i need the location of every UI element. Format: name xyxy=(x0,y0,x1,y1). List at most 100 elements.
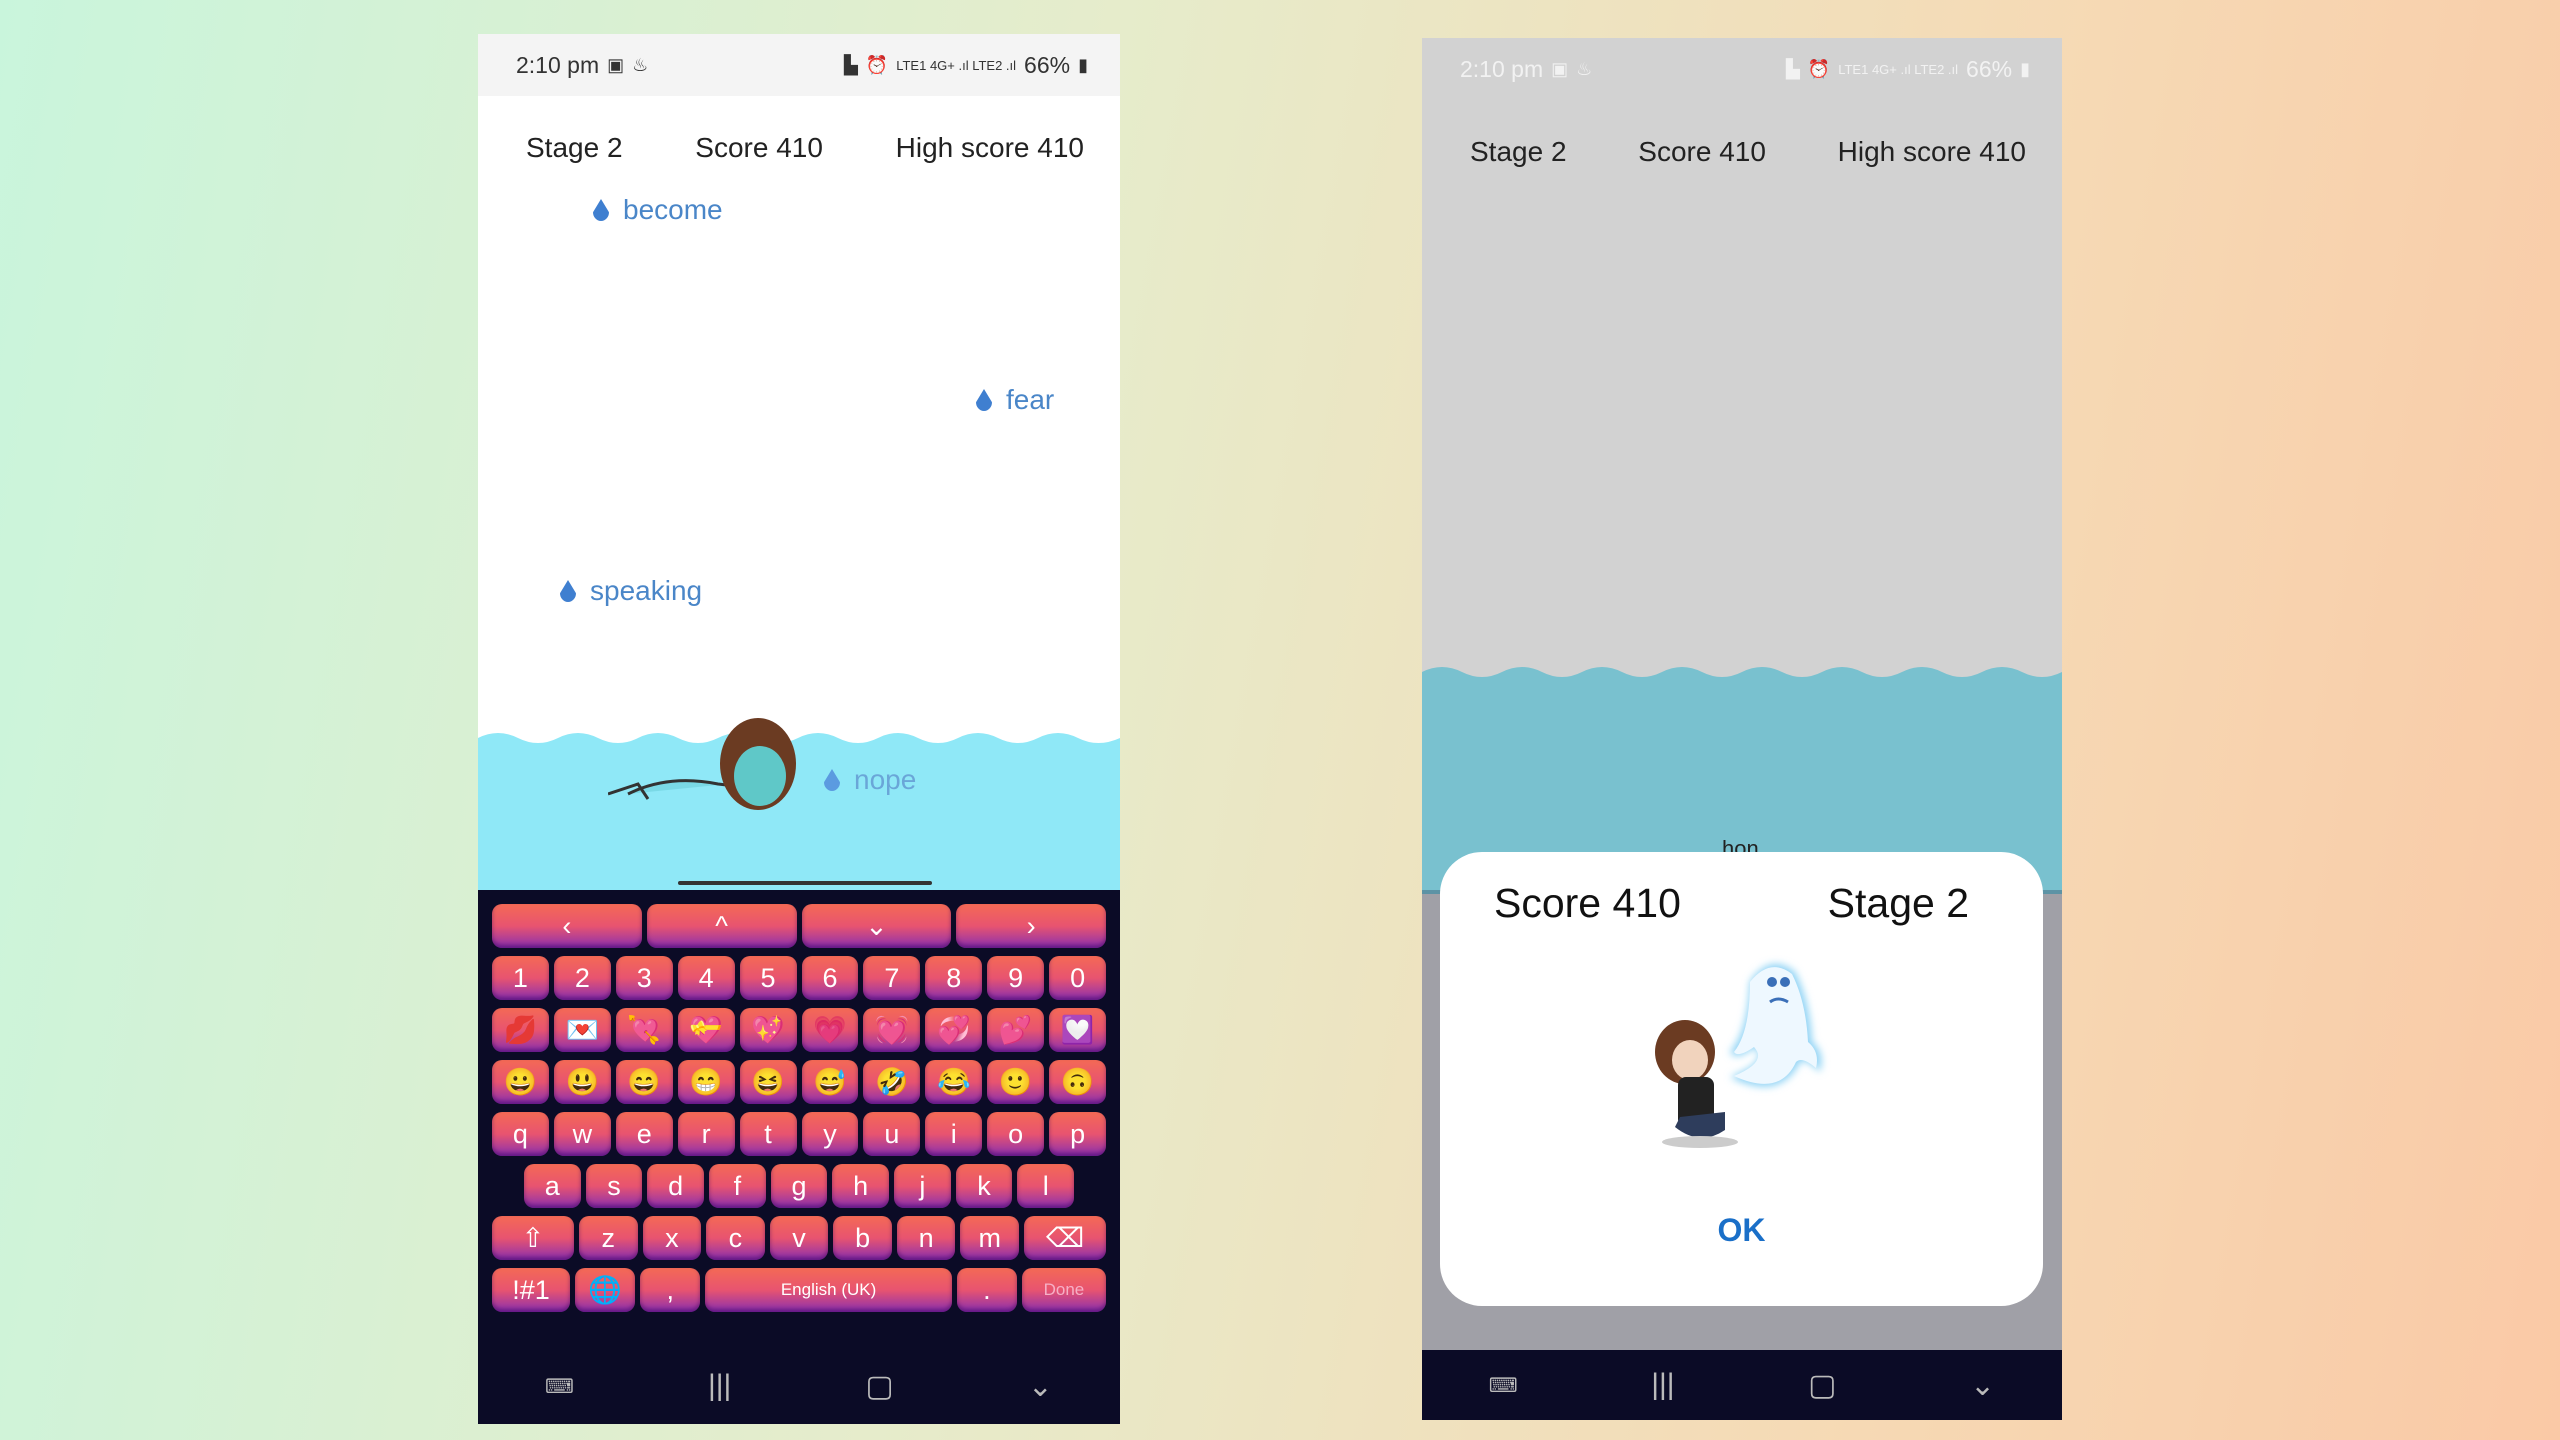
number-key[interactable]: 7 xyxy=(863,956,921,1000)
home-button[interactable]: ▢ xyxy=(865,1369,893,1404)
score-header: Stage 2 Score 410 High score 410 xyxy=(478,96,1120,200)
letter-key[interactable]: u xyxy=(863,1112,921,1156)
letter-key[interactable]: z xyxy=(578,1216,638,1260)
number-key[interactable]: 0 xyxy=(1049,956,1107,1000)
falling-word: fear xyxy=(976,384,1054,416)
number-key[interactable]: 1 xyxy=(491,956,549,1000)
navigation-bar: ⌨ ||| ▢ ⌄ xyxy=(1422,1350,2062,1420)
number-key[interactable]: 3 xyxy=(615,956,673,1000)
emoji-key[interactable]: 💕 xyxy=(987,1008,1045,1052)
emoji-key[interactable]: 💝 xyxy=(677,1008,735,1052)
emoji-key[interactable]: 💋 xyxy=(491,1008,549,1052)
input-handle xyxy=(678,881,932,885)
letter-key[interactable]: l xyxy=(1017,1164,1075,1208)
score-header: Stage 2 Score 410 High score 410 xyxy=(1422,100,2062,204)
alarm-icon: ⏰ xyxy=(1807,58,1831,79)
letter-key[interactable]: t xyxy=(739,1112,797,1156)
cursor-right-key[interactable]: › xyxy=(956,904,1106,948)
shift-key[interactable]: ⇧ xyxy=(491,1216,574,1260)
letter-key[interactable]: e xyxy=(615,1112,673,1156)
comma-key[interactable]: , xyxy=(640,1268,701,1312)
ghost-scare-illustration xyxy=(1655,964,1822,1148)
emoji-key[interactable]: 🙃 xyxy=(1049,1060,1107,1104)
letter-key[interactable]: b xyxy=(833,1216,892,1260)
notification-icon: ♨ xyxy=(1576,58,1593,79)
emoji-key[interactable]: 🤣 xyxy=(863,1060,921,1104)
emoji-key[interactable]: 💗 xyxy=(801,1008,859,1052)
letter-key[interactable]: m xyxy=(960,1216,1020,1260)
emoji-key[interactable]: 😆 xyxy=(739,1060,797,1104)
number-key[interactable]: 9 xyxy=(987,956,1045,1000)
sim-icon: ▙ xyxy=(843,54,858,75)
number-key[interactable]: 4 xyxy=(677,956,735,1000)
battery-level: 66% xyxy=(1024,51,1071,78)
keyboard: ‹ ^ ⌄ › 1234567890 💋 💌 💘 💝 💖 💗 💓 💞 💕 💟 😀 😃 😄 😁 😆 😅 🤣 😂 🙂 🙃… xyxy=(478,890,1120,1350)
space-key[interactable]: English (UK) xyxy=(705,1268,952,1312)
emoji-key[interactable]: 😄 xyxy=(615,1060,673,1104)
letter-key[interactable]: k xyxy=(955,1164,1013,1208)
emoji-key[interactable]: 💓 xyxy=(863,1008,921,1052)
water-drop-icon xyxy=(976,389,992,411)
hide-keyboard-button[interactable]: ⌄ xyxy=(1028,1369,1053,1404)
hide-keyboard-button[interactable]: ⌄ xyxy=(1970,1368,1995,1403)
cursor-up-key[interactable]: ^ xyxy=(646,904,797,948)
number-key[interactable]: 8 xyxy=(925,956,983,1000)
emoji-key[interactable]: 😀 xyxy=(491,1060,549,1104)
bottom-row: !#1 🌐 , English (UK) . Done xyxy=(492,1268,1107,1312)
letter-key[interactable]: d xyxy=(647,1164,704,1208)
recents-button[interactable]: ||| xyxy=(708,1369,731,1403)
letter-key[interactable]: v xyxy=(769,1216,829,1260)
letter-key[interactable]: r xyxy=(677,1112,735,1156)
letter-key[interactable]: j xyxy=(894,1164,951,1208)
emoji-key[interactable]: 😁 xyxy=(677,1060,735,1104)
letter-key[interactable]: x xyxy=(642,1216,702,1260)
letter-key[interactable]: i xyxy=(925,1112,983,1156)
letter-key[interactable]: n xyxy=(896,1216,956,1260)
falling-word: speaking xyxy=(560,575,702,607)
language-key[interactable]: 🌐 xyxy=(575,1268,636,1312)
emoji-key[interactable]: 💞 xyxy=(925,1008,983,1052)
stage-label: Stage 2 xyxy=(1470,136,1567,167)
emoji-key[interactable]: 💌 xyxy=(553,1008,611,1052)
emoji-key[interactable]: 💖 xyxy=(739,1008,797,1052)
letter-key[interactable]: f xyxy=(709,1164,766,1208)
home-button[interactable]: ▢ xyxy=(1808,1368,1836,1403)
letter-key[interactable]: o xyxy=(987,1112,1045,1156)
letter-key[interactable]: q xyxy=(491,1112,549,1156)
letter-key[interactable]: y xyxy=(801,1112,859,1156)
keyboard-icon[interactable]: ⌨ xyxy=(545,1374,574,1399)
letter-key[interactable]: h xyxy=(832,1164,890,1208)
letter-key[interactable]: p xyxy=(1049,1112,1107,1156)
period-key[interactable]: . xyxy=(956,1268,1017,1312)
emoji-key[interactable]: 😃 xyxy=(553,1060,611,1104)
cursor-left-key[interactable]: ‹ xyxy=(492,904,642,948)
letter-key[interactable]: w xyxy=(553,1112,611,1156)
backspace-key[interactable]: ⌫ xyxy=(1024,1216,1107,1260)
emoji-key[interactable]: 🙂 xyxy=(987,1060,1045,1104)
emoji-key[interactable]: 😂 xyxy=(925,1060,983,1104)
done-key[interactable]: Done xyxy=(1021,1268,1107,1312)
signal-icon: LTE1 4G+ .ıl LTE2 .ıl xyxy=(1838,61,1959,77)
emoji-key[interactable]: 💘 xyxy=(615,1008,673,1052)
recents-button[interactable]: ||| xyxy=(1651,1368,1674,1402)
gallery-icon: ▣ xyxy=(1551,58,1569,79)
number-key[interactable]: 2 xyxy=(553,956,611,1000)
emoji-key[interactable]: 💟 xyxy=(1049,1008,1107,1052)
stage-label: Stage 2 xyxy=(526,132,623,163)
letter-key[interactable]: a xyxy=(523,1164,581,1208)
letter-key[interactable]: g xyxy=(770,1164,828,1208)
smiley-emoji-row: 😀 😃 😄 😁 😆 😅 🤣 😂 🙂 🙃 xyxy=(491,1060,1107,1104)
navigation-bar: ⌨ ||| ▢ ⌄ xyxy=(478,1348,1120,1424)
number-key[interactable]: 6 xyxy=(801,956,859,1000)
cursor-down-key[interactable]: ⌄ xyxy=(801,904,952,948)
emoji-key[interactable]: 😅 xyxy=(801,1060,859,1104)
letter-key[interactable]: c xyxy=(706,1216,765,1260)
gallery-icon: ▣ xyxy=(607,54,625,75)
ok-button[interactable]: OK xyxy=(1440,1212,2043,1249)
letter-key[interactable]: s xyxy=(585,1164,643,1208)
keyboard-icon[interactable]: ⌨ xyxy=(1489,1373,1518,1398)
symbols-key[interactable]: !#1 xyxy=(492,1268,571,1312)
score-label: Score 410 xyxy=(695,132,823,163)
number-key[interactable]: 5 xyxy=(739,956,797,1000)
score-label: Score 410 xyxy=(1638,136,1766,167)
